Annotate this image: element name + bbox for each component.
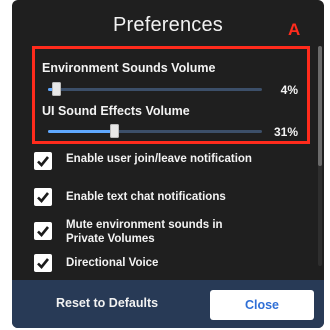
environment-volume-slider[interactable]: [48, 82, 262, 96]
mute-private-checkbox[interactable]: [34, 222, 52, 240]
close-button[interactable]: Close: [210, 290, 314, 320]
dialog-title: Preferences: [112, 14, 224, 36]
directional-voice-label: Directional Voice: [66, 257, 159, 269]
scrollbar-thumb[interactable]: [318, 46, 322, 166]
text-chat-checkbox[interactable]: [34, 188, 52, 206]
dialog-footer: Reset to Defaults Close: [12, 280, 324, 328]
ui-effects-volume-label: UI Sound Effects Volume: [42, 104, 190, 118]
environment-volume-value: 4%: [280, 83, 298, 97]
environment-volume-handle[interactable]: [52, 82, 62, 96]
join-leave-checkbox[interactable]: [34, 152, 52, 170]
directional-voice-checkbox[interactable]: [34, 254, 52, 272]
annotation-label: A: [288, 20, 301, 39]
ui-effects-volume-handle[interactable]: [109, 124, 119, 138]
ui-effects-volume-slider[interactable]: [48, 124, 262, 138]
environment-volume-label: Environment Sounds Volume: [42, 61, 216, 75]
reset-to-defaults-button[interactable]: Reset to Defaults: [56, 296, 158, 310]
join-leave-label: Enable user join/leave notification: [66, 153, 252, 165]
ui-effects-volume-value: 31%: [273, 125, 298, 139]
check-icon: [37, 192, 50, 203]
preferences-dialog: Preferences A Environment Sounds Volume …: [12, 0, 324, 328]
text-chat-label: Enable text chat notifications: [66, 191, 226, 203]
check-icon: [37, 258, 50, 269]
mute-private-label: Mute environment sounds in Private Volum…: [66, 219, 223, 245]
check-icon: [37, 156, 50, 167]
ui-effects-volume-fill: [48, 130, 115, 133]
scrollbar[interactable]: [318, 46, 322, 266]
check-icon: [37, 226, 50, 237]
